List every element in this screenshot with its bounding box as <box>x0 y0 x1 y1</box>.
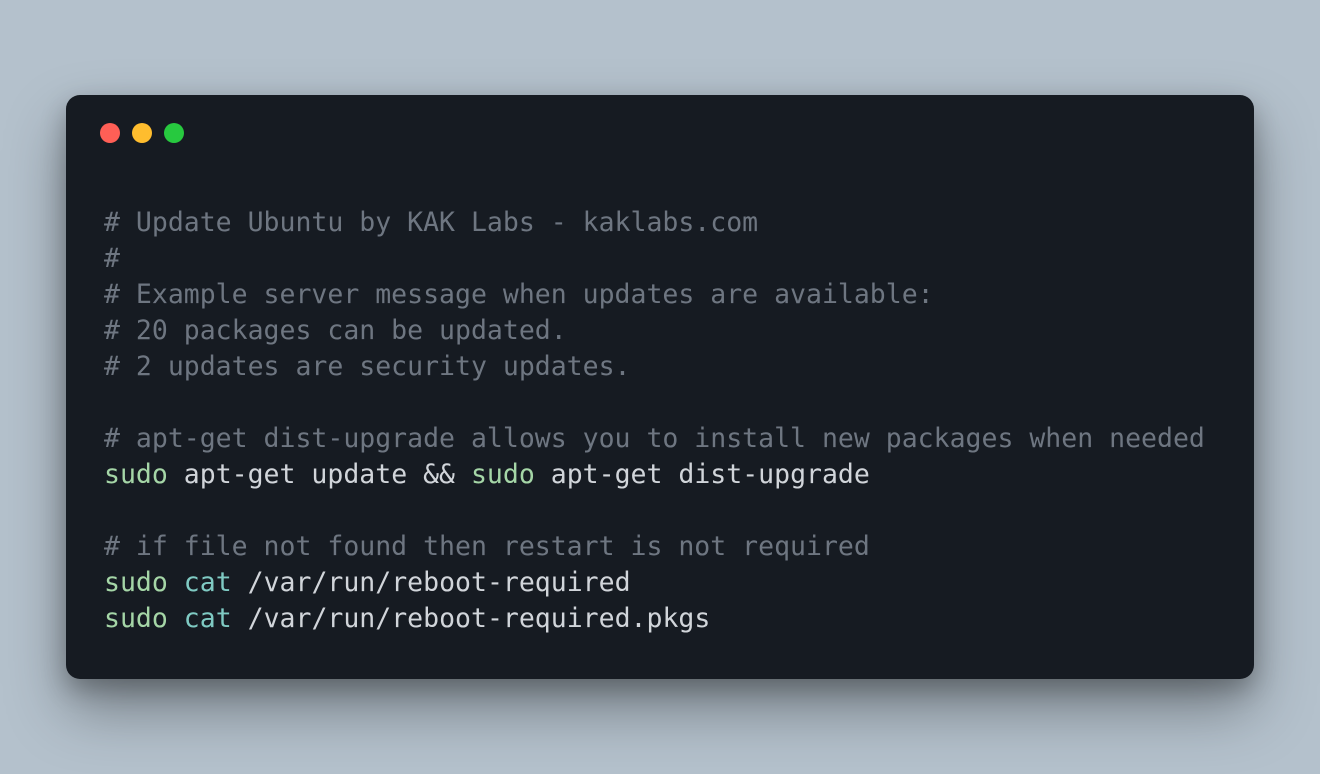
space <box>168 603 184 634</box>
terminal-code-block: # Update Ubuntu by KAK Labs - kaklabs.co… <box>66 143 1254 637</box>
file-path: /var/run/reboot-required <box>232 567 631 598</box>
minimize-window-icon[interactable] <box>132 123 152 143</box>
maximize-window-icon[interactable] <box>164 123 184 143</box>
keyword-cat: cat <box>184 567 232 598</box>
keyword-sudo: sudo <box>104 603 168 634</box>
close-window-icon[interactable] <box>100 123 120 143</box>
command-text: apt-get update && <box>168 459 471 490</box>
space <box>168 567 184 598</box>
comment-line: # Example server message when updates ar… <box>104 279 934 310</box>
comment-line: # apt-get dist-upgrade allows you to ins… <box>104 423 1205 454</box>
comment-line: # 20 packages can be updated. <box>104 315 567 346</box>
comment-line: # 2 updates are security updates. <box>104 351 631 382</box>
keyword-sudo: sudo <box>104 567 168 598</box>
file-path: /var/run/reboot-required.pkgs <box>232 603 711 634</box>
comment-line: # if file not found then restart is not … <box>104 531 870 562</box>
keyword-sudo: sudo <box>104 459 168 490</box>
keyword-sudo: sudo <box>471 459 535 490</box>
keyword-cat: cat <box>184 603 232 634</box>
window-titlebar <box>66 95 1254 143</box>
comment-line: # Update Ubuntu by KAK Labs - kaklabs.co… <box>104 207 758 238</box>
comment-line: # <box>104 243 120 274</box>
terminal-window: # Update Ubuntu by KAK Labs - kaklabs.co… <box>66 95 1254 679</box>
command-text: apt-get dist-upgrade <box>535 459 870 490</box>
